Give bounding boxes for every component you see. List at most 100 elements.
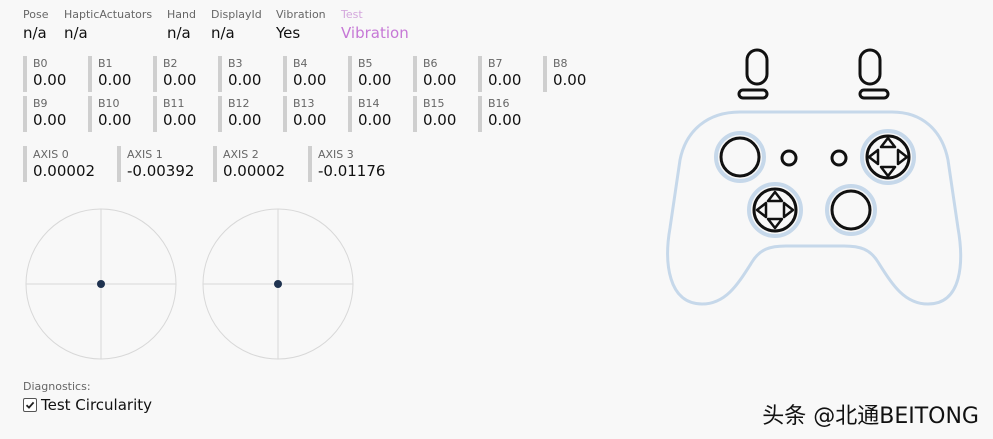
button-gauge-b3: B3 0.00 <box>218 56 270 92</box>
button-value: 0.00 <box>228 111 262 129</box>
right-stick-plot <box>202 208 354 360</box>
button-value: 0.00 <box>553 71 587 89</box>
left-stick-icon <box>719 136 761 178</box>
axis-value: 0.00002 <box>223 162 286 180</box>
test-vibration-button[interactable]: Vibration <box>341 23 409 43</box>
pose-value: n/a <box>23 24 47 42</box>
button-value: 0.00 <box>293 71 327 89</box>
vibration-info: Vibration Yes <box>276 8 326 43</box>
axis-value: 0.00002 <box>33 162 96 180</box>
button-label: B3 <box>228 57 243 70</box>
test-circularity-checkbox[interactable] <box>23 398 37 412</box>
haptic-info: HapticActuators n/a <box>64 8 152 43</box>
button-label: B11 <box>163 97 185 110</box>
vibration-label: Vibration <box>276 8 326 21</box>
face-buttons-icon <box>860 129 916 185</box>
button-value: 0.00 <box>358 71 392 89</box>
axis-gauge-1: AXIS 1 -0.00392 <box>117 146 209 182</box>
checkmark-icon <box>25 401 35 409</box>
button-label: B5 <box>358 57 373 70</box>
axis-label: AXIS 0 <box>33 148 69 161</box>
diagnostics-label: Diagnostics: <box>23 380 91 393</box>
button-label: B0 <box>33 57 48 70</box>
watermark-text: 头条 @北通BEITONG <box>762 404 979 429</box>
button-gauge-b13: B13 0.00 <box>283 96 335 132</box>
button-value: 0.00 <box>228 71 262 89</box>
test-label: Test <box>341 8 363 21</box>
axis-gauge-3: AXIS 3 -0.01176 <box>308 146 400 182</box>
displayid-value: n/a <box>211 24 235 42</box>
button-label: B4 <box>293 57 308 70</box>
button-value: 0.00 <box>293 111 327 129</box>
button-gauge-b14: B14 0.00 <box>348 96 400 132</box>
button-label: B9 <box>33 97 48 110</box>
button-value: 0.00 <box>98 111 132 129</box>
right-stick-icon <box>830 189 872 231</box>
stick-position-dot <box>274 280 282 288</box>
button-gauge-b8: B8 0.00 <box>543 56 595 92</box>
axis-label: AXIS 1 <box>127 148 163 161</box>
button-label: B15 <box>423 97 445 110</box>
button-gauge-b1: B1 0.00 <box>88 56 140 92</box>
start-button-icon <box>830 149 848 167</box>
button-gauge-b10: B10 0.00 <box>88 96 140 132</box>
pose-label: Pose <box>23 8 49 21</box>
button-gauge-b6: B6 0.00 <box>413 56 465 92</box>
button-label: B2 <box>163 57 178 70</box>
displayid-info: DisplayId n/a <box>211 8 262 43</box>
dpad-icon <box>747 182 803 238</box>
button-gauge-b9: B9 0.00 <box>23 96 75 132</box>
button-value: 0.00 <box>98 71 132 89</box>
button-value: 0.00 <box>33 111 67 129</box>
haptic-value: n/a <box>64 24 88 42</box>
button-value: 0.00 <box>423 71 457 89</box>
left-stick-ring <box>714 131 766 183</box>
vibration-value: Yes <box>276 24 301 42</box>
right-bumper-icon <box>858 88 890 100</box>
button-label: B16 <box>488 97 510 110</box>
button-value: 0.00 <box>163 111 197 129</box>
stick-position-dot <box>97 280 105 288</box>
right-stick-ring <box>825 184 877 236</box>
select-button-icon <box>780 149 798 167</box>
button-gauge-b12: B12 0.00 <box>218 96 270 132</box>
button-value: 0.00 <box>488 71 522 89</box>
left-stick-plot <box>25 208 177 360</box>
pose-info: Pose n/a <box>23 8 48 43</box>
axis-value: -0.00392 <box>127 162 195 180</box>
button-gauge-b4: B4 0.00 <box>283 56 335 92</box>
hand-value: n/a <box>167 24 191 42</box>
haptic-label: HapticActuators <box>64 8 153 21</box>
axis-label: AXIS 3 <box>318 148 354 161</box>
button-label: B13 <box>293 97 315 110</box>
button-label: B10 <box>98 97 120 110</box>
button-value: 0.00 <box>488 111 522 129</box>
button-gauge-b0: B0 0.00 <box>23 56 75 92</box>
button-label: B7 <box>488 57 503 70</box>
button-label: B14 <box>358 97 380 110</box>
displayid-label: DisplayId <box>211 8 262 21</box>
left-trigger-icon <box>745 48 769 86</box>
button-value: 0.00 <box>358 111 392 129</box>
button-label: B8 <box>553 57 568 70</box>
axis-value: -0.01176 <box>318 162 386 180</box>
left-bumper-icon <box>737 88 769 100</box>
button-gauge-b5: B5 0.00 <box>348 56 400 92</box>
gamepad-diagram <box>666 48 963 306</box>
test-info[interactable]: Test Vibration <box>341 8 409 43</box>
button-gauge-b11: B11 0.00 <box>153 96 205 132</box>
right-trigger-icon <box>858 48 882 86</box>
axis-label: AXIS 2 <box>223 148 259 161</box>
button-gauge-b16: B16 0.00 <box>478 96 530 132</box>
axis-gauge-2: AXIS 2 0.00002 <box>213 146 303 182</box>
hand-info: Hand n/a <box>167 8 196 43</box>
button-gauge-b2: B2 0.00 <box>153 56 205 92</box>
test-circularity-label: Test Circularity <box>41 396 152 414</box>
axis-gauge-0: AXIS 0 0.00002 <box>23 146 113 182</box>
button-value: 0.00 <box>423 111 457 129</box>
button-label: B1 <box>98 57 113 70</box>
button-value: 0.00 <box>163 71 197 89</box>
gamepad-body-outline <box>666 110 963 306</box>
test-circularity-toggle[interactable]: Test Circularity <box>23 396 152 414</box>
button-value: 0.00 <box>33 71 67 89</box>
